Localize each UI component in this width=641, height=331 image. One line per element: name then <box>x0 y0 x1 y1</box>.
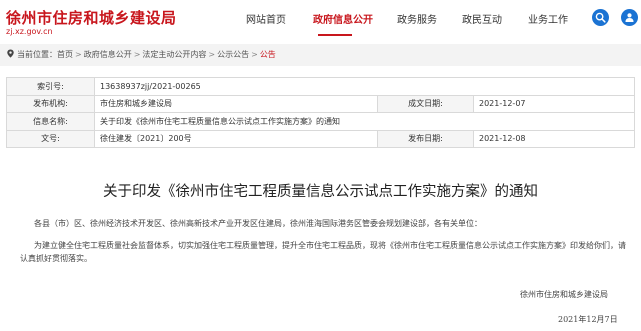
site-header: 徐州市住房和城乡建设局 zj.xz.gov.cn 网站首页 政府信息公开 政务服… <box>0 0 641 40</box>
index-value: 13638937zjj/2021-00265 <box>94 77 635 96</box>
breadcrumb-separator: > <box>133 50 141 59</box>
search-icon <box>595 12 606 23</box>
breadcrumb-separator: > <box>208 50 216 59</box>
nav-item-interaction[interactable]: 政民互动 <box>462 11 502 26</box>
table-row: 文号: 徐住建发〔2021〕200号 发布日期: 2021-12-08 <box>6 129 635 148</box>
nav-item-gov-info[interactable]: 政府信息公开 <box>313 11 373 26</box>
nav-item-services[interactable]: 政务服务 <box>397 11 437 26</box>
main-nav: 网站首页 政府信息公开 政务服务 政民互动 业务工作 <box>0 11 641 31</box>
document-info-table: 索引号: 13638937zjj/2021-00265 发布机构: 市住房和城乡… <box>6 77 635 148</box>
user-icon <box>625 13 634 22</box>
breadcrumb-current[interactable]: 公告 <box>260 50 276 59</box>
doc-number-label: 文号: <box>6 129 95 148</box>
user-button[interactable] <box>621 9 638 26</box>
table-row: 信息名称: 关于印发《徐州市住宅工程质量信息公示试点工作实施方案》的通知 <box>6 112 635 131</box>
breadcrumb-statutory[interactable]: 法定主动公开内容 <box>142 50 206 59</box>
breadcrumb-bar: 当前位置：首页 > 政府信息公开 > 法定主动公开内容 > 公示公告 > 公告 <box>0 44 641 66</box>
location-icon <box>7 49 14 58</box>
signature-date: 2021年12月7日 <box>558 315 618 324</box>
index-label: 索引号: <box>6 77 95 96</box>
breadcrumb-home[interactable]: 首页 <box>57 50 73 59</box>
table-row: 索引号: 13638937zjj/2021-00265 <box>6 77 635 96</box>
published-date-label: 发布日期: <box>377 129 474 148</box>
nav-item-home[interactable]: 网站首页 <box>246 11 286 26</box>
published-date-value: 2021-12-08 <box>473 129 635 148</box>
article-paragraph-addressees: 各县（市）区、徐州经济技术开发区、徐州高新技术产业开发区住建局，徐州淮海国际港务… <box>34 219 482 228</box>
breadcrumb: 当前位置：首页 > 政府信息公开 > 法定主动公开内容 > 公示公告 > 公告 <box>6 49 276 60</box>
doc-number-value: 徐住建发〔2021〕200号 <box>94 129 378 148</box>
breadcrumb-separator: > <box>75 50 82 59</box>
breadcrumb-prefix: 当前位置： <box>17 50 57 59</box>
publisher-label: 发布机构: <box>6 94 95 113</box>
created-date-label: 成文日期: <box>377 94 474 113</box>
info-name-label: 信息名称: <box>6 112 95 131</box>
breadcrumb-announcements[interactable]: 公示公告 <box>217 50 249 59</box>
search-button[interactable] <box>592 9 609 26</box>
publisher-value: 市住房和城乡建设局 <box>94 94 378 113</box>
article-paragraph-body: 为建立健全住宅工程质量社会监督体系，切实加强住宅工程质量管理，提升全市住宅工程品… <box>20 241 626 263</box>
active-nav-indicator <box>318 34 352 36</box>
signature-organization: 徐州市住房和城乡建设局 <box>520 290 608 299</box>
table-row: 发布机构: 市住房和城乡建设局 成文日期: 2021-12-07 <box>6 94 635 113</box>
info-name-value: 关于印发《徐州市住宅工程质量信息公示试点工作实施方案》的通知 <box>94 112 635 131</box>
breadcrumb-separator: > <box>251 50 258 59</box>
nav-item-business[interactable]: 业务工作 <box>528 11 568 26</box>
article-title: 关于印发《徐州市住宅工程质量信息公示试点工作实施方案》的通知 <box>103 184 538 200</box>
created-date-value: 2021-12-07 <box>473 94 635 113</box>
breadcrumb-gov-info[interactable]: 政府信息公开 <box>84 50 132 59</box>
